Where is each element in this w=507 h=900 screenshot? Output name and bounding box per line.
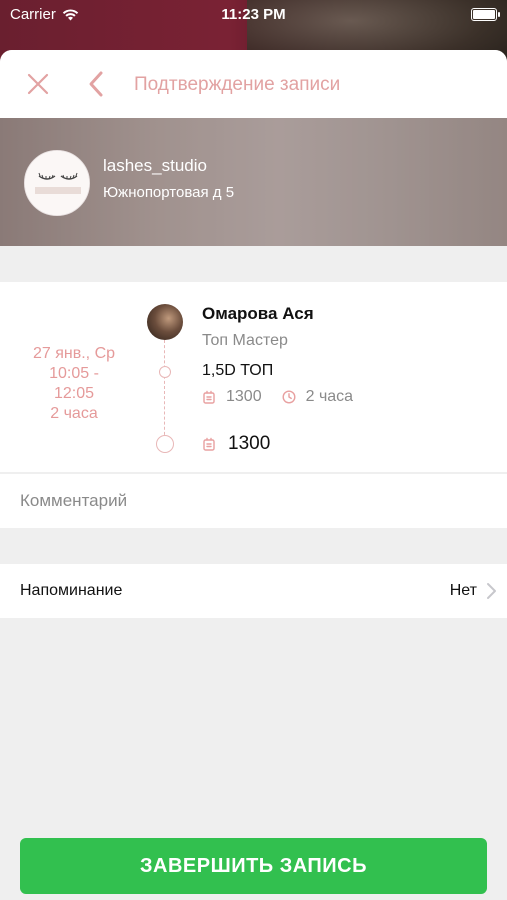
status-bar: Carrier 11:23 PM xyxy=(0,0,507,30)
service-price: 1300 xyxy=(226,388,262,405)
page-title: Подтверждение записи xyxy=(134,74,341,95)
total-price-row: 1300 xyxy=(202,433,270,455)
appointment-time-start: 10:05 - xyxy=(49,365,99,382)
timeline-dot xyxy=(159,366,171,378)
master-name: Омарова Ася xyxy=(202,304,314,323)
booking-confirmation-sheet: Подтверждение записи lashes_studio Южноп… xyxy=(0,50,507,900)
service-meta: 1300 2 часа xyxy=(202,388,353,406)
price-tag-icon xyxy=(203,437,215,451)
reminder-value: Нет xyxy=(449,582,477,599)
close-icon[interactable] xyxy=(26,72,50,96)
clock-icon xyxy=(282,390,296,404)
master-role: Топ Мастер xyxy=(202,332,288,349)
reminder-label: Напоминание xyxy=(20,582,123,599)
comment-row xyxy=(0,474,507,528)
timeline-line xyxy=(164,340,165,440)
finish-booking-button[interactable]: ЗАВЕРШИТЬ ЗАПИСЬ xyxy=(20,838,487,894)
appointment-time-end: 12:05 xyxy=(53,385,95,402)
appointment-date: 27 янв., Ср xyxy=(32,345,116,362)
appointment-duration: 2 часа xyxy=(50,405,98,422)
salon-logo xyxy=(24,150,90,216)
battery-icon xyxy=(471,8,500,21)
master-avatar xyxy=(147,304,183,340)
appointment-card: 27 янв., Ср 10:05 - 12:05 2 часа Омарова… xyxy=(0,282,507,472)
nav-bar: Подтверждение записи xyxy=(0,50,507,118)
reminder-row[interactable]: Напоминание Нет xyxy=(0,564,507,618)
timeline-dot-end xyxy=(156,435,174,453)
service-name: 1,5D ТОП xyxy=(202,362,274,379)
salon-address: Южнопортовая д 5 xyxy=(103,184,235,201)
appointment-datetime: 27 янв., Ср 10:05 - 12:05 2 часа xyxy=(0,344,148,424)
total-price: 1300 xyxy=(228,433,271,454)
price-tag-icon xyxy=(203,390,215,404)
service-duration: 2 часа xyxy=(305,388,354,405)
salon-name: lashes_studio xyxy=(103,156,207,175)
lashes-logo-icon xyxy=(25,151,89,215)
salon-banner: lashes_studio Южнопортовая д 5 xyxy=(0,118,507,246)
back-chevron-icon[interactable] xyxy=(86,70,106,98)
comment-input[interactable] xyxy=(20,474,490,528)
chevron-right-icon xyxy=(487,583,496,599)
status-time: 11:23 PM xyxy=(221,6,286,23)
